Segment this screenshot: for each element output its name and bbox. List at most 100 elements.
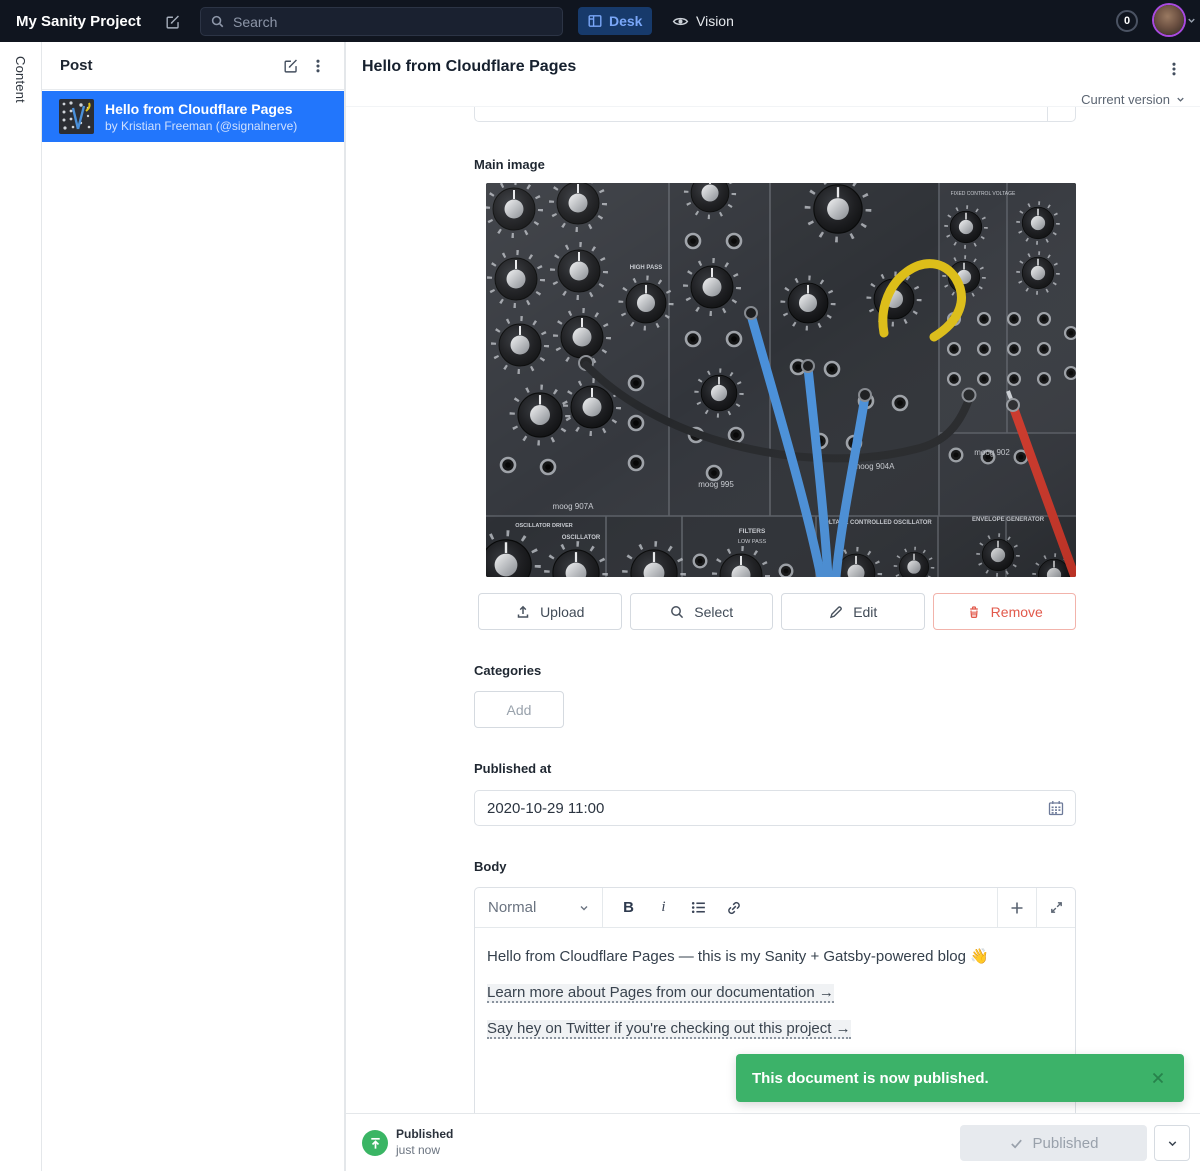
post-item-title: Hello from Cloudflare Pages [105, 101, 297, 117]
upload-label: Upload [540, 604, 584, 620]
post-item-subtitle: by Kristian Freeman (@signalnerve) [105, 119, 297, 133]
add-label: Add [507, 702, 532, 718]
close-icon [1150, 1070, 1166, 1086]
kebab-icon [1167, 61, 1181, 77]
plus-icon [1009, 900, 1025, 916]
search-input[interactable] [233, 14, 533, 30]
trash-icon [966, 604, 982, 620]
version-label: Current version [1081, 92, 1170, 107]
chevron-down-icon [1166, 1137, 1179, 1150]
edit-button[interactable]: Edit [781, 593, 925, 630]
body-link-docs[interactable]: Learn more about Pages from our document… [487, 984, 834, 1003]
post-thumbnail [59, 99, 94, 134]
kebab-icon [311, 58, 325, 74]
publish-status-icon [362, 1130, 388, 1156]
desk-icon [588, 14, 602, 28]
pencil-icon [828, 604, 844, 620]
remove-label: Remove [991, 604, 1043, 620]
body-paragraph: Learn more about Pages from our document… [487, 982, 1063, 1003]
global-search[interactable] [200, 7, 563, 36]
body-paragraph: Hello from Cloudflare Pages — this is my… [487, 946, 1063, 967]
rail-label-content[interactable]: Content [13, 56, 28, 103]
eye-icon [672, 13, 689, 30]
link-button[interactable] [717, 893, 750, 923]
body-link-twitter[interactable]: Say hey on Twitter if you're checking ou… [487, 1020, 851, 1039]
expand-icon [1049, 900, 1064, 915]
text-style-dropdown[interactable]: Normal [475, 888, 603, 927]
post-item-text: Hello from Cloudflare Pages by Kristian … [105, 101, 297, 133]
upload-icon [515, 604, 531, 620]
bold-button[interactable]: B [612, 893, 645, 923]
body-content[interactable]: Hello from Cloudflare Pages — this is my… [475, 928, 1075, 1039]
published-at-input[interactable] [474, 790, 1076, 826]
link-icon [726, 900, 742, 916]
publish-button-label: Published [1033, 1135, 1099, 1152]
compose-icon [164, 13, 181, 30]
topbar: My Sanity Project Desk [0, 0, 1200, 42]
publish-button[interactable]: Published [960, 1125, 1147, 1161]
format-buttons: B i [603, 888, 997, 927]
editor-toolbar: Normal B i [475, 888, 1075, 928]
content-rail: Content [0, 42, 42, 1171]
check-icon [1009, 1136, 1024, 1151]
project-title: My Sanity Project [16, 13, 141, 30]
publish-toast: This document is now published. [736, 1054, 1184, 1102]
publish-icon [368, 1136, 383, 1151]
publish-status: Published just now [396, 1127, 453, 1157]
publish-status-time: just now [396, 1143, 453, 1157]
document-title: Hello from Cloudflare Pages [362, 58, 576, 76]
text-style-value: Normal [488, 899, 578, 916]
published-at-label: Published at [474, 761, 551, 776]
body-paragraph: Say hey on Twitter if you're checking ou… [487, 1018, 1063, 1039]
post-list-header: Post [42, 42, 344, 90]
italic-button[interactable]: i [647, 893, 680, 923]
bullet-list-button[interactable] [682, 893, 715, 923]
chevron-down-icon [1175, 94, 1186, 105]
insert-block-button[interactable] [997, 888, 1036, 927]
select-button[interactable]: Select [630, 593, 774, 630]
edit-label: Edit [853, 604, 877, 620]
document-footer: Published just now Published [346, 1113, 1200, 1171]
select-label: Select [694, 604, 733, 620]
search-icon [210, 14, 225, 29]
sanity-studio-app: My Sanity Project Desk [0, 0, 1200, 1171]
fullscreen-button[interactable] [1036, 888, 1075, 927]
tab-desk-label: Desk [609, 13, 642, 29]
document-form: Main image [346, 106, 1200, 1113]
field-divider [1047, 107, 1048, 121]
publish-menu-button[interactable] [1154, 1125, 1190, 1161]
clipped-field-input[interactable] [474, 107, 1076, 122]
categories-label: Categories [474, 663, 541, 678]
publish-status-title: Published [396, 1127, 453, 1141]
main-image-label: Main image [474, 157, 545, 172]
body-label: Body [474, 859, 507, 874]
toast-message: This document is now published. [752, 1070, 1146, 1087]
bullet-list-icon [690, 899, 707, 916]
chevron-down-icon [578, 902, 590, 914]
chevron-down-icon[interactable] [1186, 15, 1197, 26]
main-image-preview[interactable]: HIGH PASS FIXED CONTROL VOLTAGE moog 907… [486, 183, 1076, 577]
image-actions: Upload Select Edit Remove [478, 593, 1076, 630]
new-document-button[interactable] [159, 8, 185, 34]
published-at-field [474, 790, 1076, 826]
post-list-panel: Post Hello [42, 42, 345, 1171]
document-panel: Hello from Cloudflare Pages Current vers… [345, 42, 1200, 1171]
tab-vision[interactable]: Vision [662, 7, 744, 35]
badge-count: 0 [1124, 15, 1130, 27]
tab-desk[interactable]: Desk [578, 7, 652, 35]
create-post-button[interactable] [276, 52, 304, 80]
toast-close-button[interactable] [1146, 1066, 1170, 1090]
panel-menu-button[interactable] [304, 52, 332, 80]
document-menu-button[interactable] [1160, 55, 1188, 83]
panel-title: Post [60, 57, 276, 74]
calendar-icon[interactable] [1047, 799, 1065, 817]
upload-button[interactable]: Upload [478, 593, 622, 630]
add-category-button[interactable]: Add [474, 691, 564, 728]
tab-vision-label: Vision [696, 13, 734, 29]
remove-button[interactable]: Remove [933, 593, 1077, 630]
post-list-item-selected[interactable]: Hello from Cloudflare Pages by Kristian … [42, 91, 344, 142]
notifications-badge[interactable]: 0 [1116, 10, 1138, 32]
version-selector[interactable]: Current version [1081, 92, 1186, 107]
search-icon [669, 604, 685, 620]
avatar[interactable] [1154, 5, 1184, 35]
